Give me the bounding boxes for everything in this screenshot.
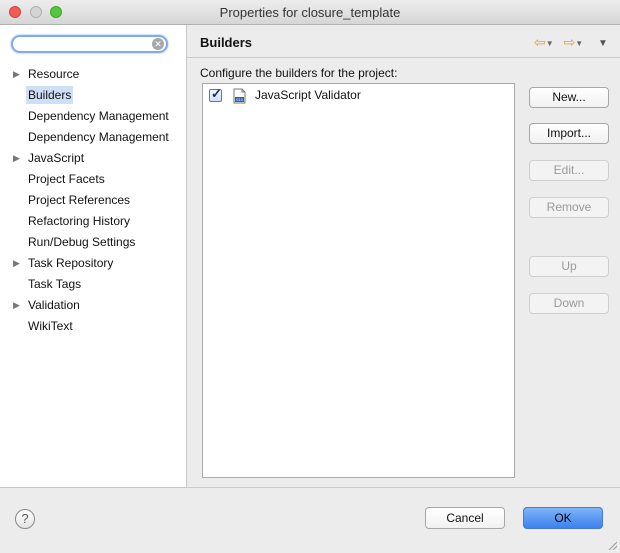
resize-grip-icon[interactable]	[607, 540, 617, 550]
window-title: Properties for closure_template	[219, 5, 401, 20]
expand-arrow-icon[interactable]: ▶	[13, 254, 20, 272]
sidebar-item-builders[interactable]: Builders	[26, 86, 74, 104]
checkmark-icon: ✓	[211, 86, 222, 101]
sidebar-item-label: Task Repository	[28, 256, 114, 270]
sidebar-item-label: Refactoring History	[28, 214, 131, 228]
sidebar-item-validation[interactable]: ▶ Validation	[13, 296, 80, 314]
new-button[interactable]: New...	[529, 87, 609, 108]
sidebar-item-label: Project References	[28, 193, 131, 207]
sidebar-item-dependency-management[interactable]: Dependency Management	[28, 107, 169, 125]
preference-sidebar: ✕ ▶ Resource Builders Dependency Managem…	[0, 25, 187, 487]
edit-button[interactable]: Edit...	[529, 160, 609, 181]
remove-button[interactable]: Remove	[529, 197, 609, 218]
svg-text:010: 010	[236, 97, 243, 102]
sidebar-item-dependency-management-2[interactable]: Dependency Management	[28, 128, 169, 146]
sidebar-item-label: Dependency Management	[28, 130, 169, 144]
import-button[interactable]: Import...	[529, 123, 609, 144]
sidebar-item-project-references[interactable]: Project References	[28, 191, 130, 209]
expand-arrow-icon[interactable]: ▶	[13, 296, 20, 314]
expand-arrow-icon[interactable]: ▶	[13, 65, 20, 83]
sidebar-item-label: WikiText	[28, 319, 73, 333]
binary-file-icon: 010	[233, 88, 246, 104]
sidebar-item-project-facets[interactable]: Project Facets	[28, 170, 105, 188]
header-divider	[187, 57, 620, 58]
page-title: Builders	[200, 35, 253, 50]
builders-list[interactable]: ✓ 010 JavaScript Validator	[202, 83, 515, 478]
title-bar[interactable]: Properties for closure_template	[0, 0, 620, 25]
sidebar-item-label: Task Tags	[28, 277, 82, 291]
sidebar-item-javascript[interactable]: ▶ JavaScript	[13, 149, 85, 167]
sidebar-item-task-repository[interactable]: ▶ Task Repository	[13, 254, 114, 272]
expand-arrow-icon[interactable]: ▶	[13, 149, 20, 167]
help-icon[interactable]: ?	[15, 509, 35, 529]
chevron-down-icon[interactable]: ▼	[546, 39, 554, 48]
builder-enabled-checkbox[interactable]: ✓	[209, 86, 222, 102]
ok-button[interactable]: OK	[523, 507, 603, 529]
sidebar-item-label: JavaScript	[28, 151, 85, 165]
sidebar-item-run-debug-settings[interactable]: Run/Debug Settings	[28, 233, 135, 251]
builder-label: JavaScript Validator	[255, 88, 361, 102]
view-menu-icon[interactable]: ▼	[598, 38, 608, 49]
sidebar-item-task-tags[interactable]: Task Tags	[28, 275, 81, 293]
sidebar-item-label: Project Facets	[28, 172, 105, 186]
down-button[interactable]: Down	[529, 293, 609, 314]
sidebar-item-refactoring-history[interactable]: Refactoring History	[28, 212, 130, 230]
clear-search-icon[interactable]: ✕	[152, 38, 164, 50]
history-navigation: ⇦▼ ⇨▼	[534, 34, 583, 51]
sidebar-item-resource[interactable]: ▶ Resource	[13, 65, 80, 83]
sidebar-item-label: Resource	[28, 67, 80, 81]
builders-description: Configure the builders for the project:	[200, 66, 398, 80]
sidebar-item-label: Run/Debug Settings	[28, 235, 136, 249]
sidebar-item-label: Builders	[28, 88, 72, 102]
sidebar-item-wikitext[interactable]: WikiText	[28, 317, 73, 335]
sidebar-item-label: Validation	[28, 298, 80, 312]
cancel-button[interactable]: Cancel	[425, 507, 505, 529]
filter-search-box[interactable]: ✕	[11, 35, 168, 53]
chevron-down-icon[interactable]: ▼	[575, 39, 583, 48]
back-arrow-icon[interactable]: ⇦	[534, 34, 546, 51]
filter-input[interactable]	[19, 38, 149, 50]
sidebar-item-label: Dependency Management	[28, 109, 169, 123]
forward-arrow-icon[interactable]: ⇨	[564, 34, 576, 51]
footer-divider	[0, 487, 620, 488]
up-button[interactable]: Up	[529, 256, 609, 277]
properties-dialog: Properties for closure_template ✕ ▶ Reso…	[0, 0, 620, 553]
